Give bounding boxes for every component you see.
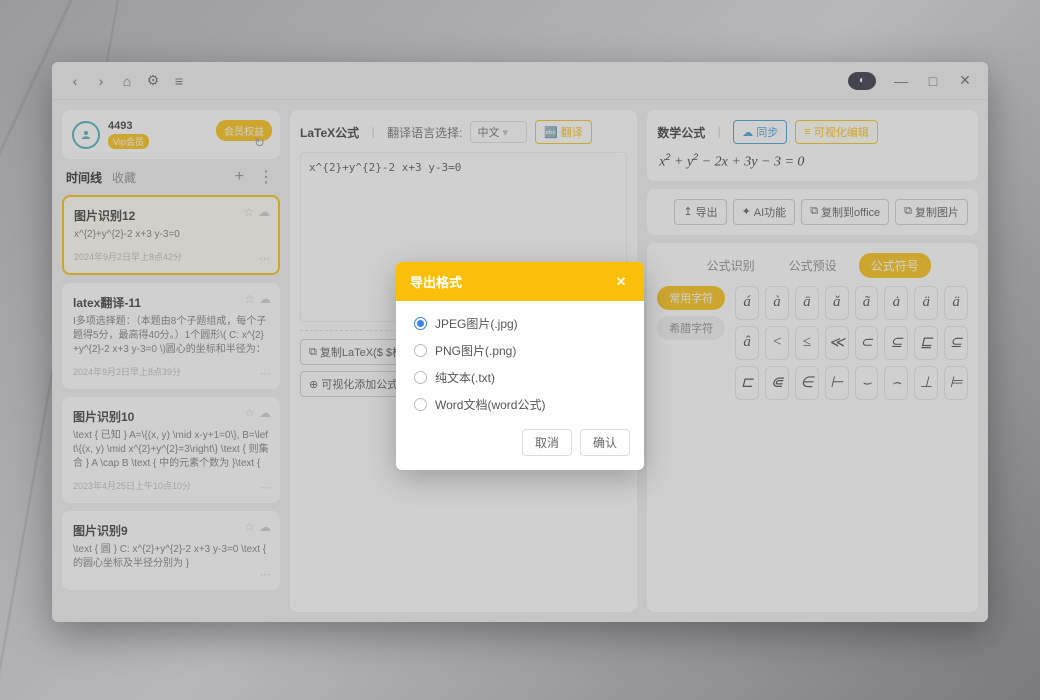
export-modal: 导出格式 ✕ JPEG图片(.jpg) PNG图片(.png) 纯文本(.txt) W… [396,262,644,470]
option-label: 纯文本(.txt) [435,369,495,386]
radio-icon [414,371,427,384]
app-window: ‹ › ⌂ ⚙ ≡ ◐ — □ ✕ 4493 Vip会员 会员权益 ↻ [52,62,988,622]
export-option[interactable]: PNG图片(.png) [414,342,626,359]
option-label: JPEG图片(.jpg) [435,315,518,332]
modal-ok-button[interactable]: 确认 [580,429,630,456]
export-option[interactable]: 纯文本(.txt) [414,369,626,386]
radio-icon [414,317,427,330]
export-option[interactable]: JPEG图片(.jpg) [414,315,626,332]
modal-cancel-button[interactable]: 取消 [522,429,572,456]
modal-title: 导出格式 [410,272,462,291]
radio-icon [414,398,427,411]
modal-overlay[interactable]: 导出格式 ✕ JPEG图片(.jpg) PNG图片(.png) 纯文本(.txt) W… [52,62,988,622]
option-label: PNG图片(.png) [435,342,516,359]
modal-close-button[interactable]: ✕ [612,274,630,290]
option-label: Word文档(word公式) [435,396,545,413]
export-option[interactable]: Word文档(word公式) [414,396,626,413]
radio-icon [414,344,427,357]
